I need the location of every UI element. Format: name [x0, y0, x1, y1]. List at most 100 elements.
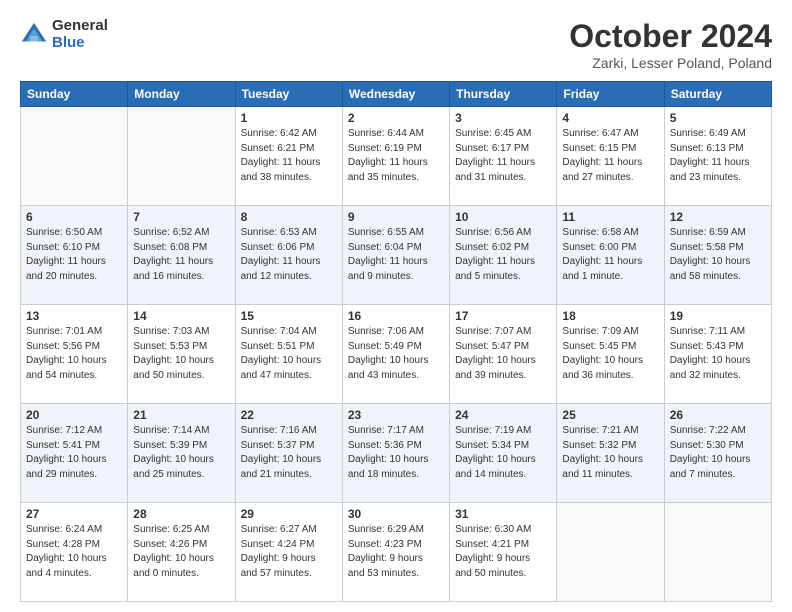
calendar-cell: 24Sunrise: 7:19 AM Sunset: 5:34 PM Dayli…	[450, 404, 557, 503]
calendar-cell: 15 Sunrise: 7:04 AM Sunset: 5:51 PM Dayli…	[235, 305, 342, 404]
calendar-cell	[128, 107, 235, 206]
calendar-row-3: 20 Sunrise: 7:12 AM Sunset: 5:41 PM Dayli…	[21, 404, 772, 503]
day-info: Sunrise: 7:17 AM Sunset: 5:36 PM Dayligh…	[348, 424, 444, 482]
day-info: Sunrise: 6:58 AM Sunset: 6:00 PM Dayligh…	[562, 226, 658, 284]
day-info: Sunrise: 7:12 AM Sunset: 5:41 PM Dayligh…	[26, 424, 122, 482]
day-number: 31	[455, 507, 551, 521]
day-number: 28	[133, 507, 229, 521]
day-info: Sunrise: 7:21 AM Sunset: 5:32 PM Dayligh…	[562, 424, 658, 482]
title-block: October 2024 Zarki, Lesser Poland, Polan…	[569, 18, 772, 71]
day-number: 18	[562, 309, 658, 323]
calendar-row-4: 27Sunrise: 6:24 AM Sunset: 4:28 PM Dayli…	[21, 503, 772, 602]
day-number: 22	[241, 408, 337, 422]
calendar-cell: 6Sunrise: 6:50 AM Sunset: 6:10 PM Daylig…	[21, 206, 128, 305]
weekday-header-thursday: Thursday	[450, 82, 557, 107]
day-number: 15	[241, 309, 337, 323]
main-title: October 2024	[569, 18, 772, 55]
weekday-header-sunday: Sunday	[21, 82, 128, 107]
day-number: 9	[348, 210, 444, 224]
calendar-cell	[21, 107, 128, 206]
logo-blue: Blue	[52, 35, 108, 52]
calendar-cell: 25Sunrise: 7:21 AM Sunset: 5:32 PM Dayli…	[557, 404, 664, 503]
logo: General Blue	[20, 18, 108, 51]
calendar-cell: 18Sunrise: 7:09 AM Sunset: 5:45 PM Dayli…	[557, 305, 664, 404]
day-number: 3	[455, 111, 551, 125]
day-number: 5	[670, 111, 766, 125]
calendar-cell: 2Sunrise: 6:44 AM Sunset: 6:19 PM Daylig…	[342, 107, 449, 206]
day-info: Sunrise: 6:53 AM Sunset: 6:06 PM Dayligh…	[241, 226, 337, 284]
calendar-cell: 5 Sunrise: 6:49 AM Sunset: 6:13 PM Daylig…	[664, 107, 771, 206]
calendar-cell: 1 Sunrise: 6:42 AM Sunset: 6:21 PM Daylig…	[235, 107, 342, 206]
day-number: 23	[348, 408, 444, 422]
calendar-cell: 11 Sunrise: 6:58 AM Sunset: 6:00 PM Dayli…	[557, 206, 664, 305]
day-info: Sunrise: 6:30 AM Sunset: 4:21 PM Dayligh…	[455, 523, 551, 581]
logo-text: General Blue	[52, 18, 108, 51]
calendar-row-1: 6Sunrise: 6:50 AM Sunset: 6:10 PM Daylig…	[21, 206, 772, 305]
day-number: 13	[26, 309, 122, 323]
calendar-table: SundayMondayTuesdayWednesdayThursdayFrid…	[20, 81, 772, 602]
calendar-cell: 17 Sunrise: 7:07 AM Sunset: 5:47 PM Dayli…	[450, 305, 557, 404]
calendar-cell: 8 Sunrise: 6:53 AM Sunset: 6:06 PM Daylig…	[235, 206, 342, 305]
day-info: Sunrise: 6:49 AM Sunset: 6:13 PM Dayligh…	[670, 127, 766, 185]
day-number: 20	[26, 408, 122, 422]
calendar-cell: 7 Sunrise: 6:52 AM Sunset: 6:08 PM Daylig…	[128, 206, 235, 305]
calendar-cell: 22 Sunrise: 7:16 AM Sunset: 5:37 PM Dayli…	[235, 404, 342, 503]
day-number: 1	[241, 111, 337, 125]
day-info: Sunrise: 7:16 AM Sunset: 5:37 PM Dayligh…	[241, 424, 337, 482]
day-number: 27	[26, 507, 122, 521]
day-info: Sunrise: 7:07 AM Sunset: 5:47 PM Dayligh…	[455, 325, 551, 383]
calendar-cell: 20 Sunrise: 7:12 AM Sunset: 5:41 PM Dayli…	[21, 404, 128, 503]
day-number: 16	[348, 309, 444, 323]
calendar-cell: 29Sunrise: 6:27 AM Sunset: 4:24 PM Dayli…	[235, 503, 342, 602]
calendar-cell: 23 Sunrise: 7:17 AM Sunset: 5:36 PM Dayli…	[342, 404, 449, 503]
calendar-cell: 16 Sunrise: 7:06 AM Sunset: 5:49 PM Dayli…	[342, 305, 449, 404]
day-info: Sunrise: 6:59 AM Sunset: 5:58 PM Dayligh…	[670, 226, 766, 284]
day-number: 19	[670, 309, 766, 323]
day-info: Sunrise: 7:14 AM Sunset: 5:39 PM Dayligh…	[133, 424, 229, 482]
day-number: 7	[133, 210, 229, 224]
day-number: 30	[348, 507, 444, 521]
calendar-cell: 19 Sunrise: 7:11 AM Sunset: 5:43 PM Dayli…	[664, 305, 771, 404]
logo-general: General	[52, 18, 108, 35]
day-number: 29	[241, 507, 337, 521]
subtitle: Zarki, Lesser Poland, Poland	[569, 55, 772, 71]
calendar-cell: 4Sunrise: 6:47 AM Sunset: 6:15 PM Daylig…	[557, 107, 664, 206]
calendar-cell: 3Sunrise: 6:45 AM Sunset: 6:17 PM Daylig…	[450, 107, 557, 206]
day-number: 17	[455, 309, 551, 323]
calendar-row-2: 13Sunrise: 7:01 AM Sunset: 5:56 PM Dayli…	[21, 305, 772, 404]
day-info: Sunrise: 6:25 AM Sunset: 4:26 PM Dayligh…	[133, 523, 229, 581]
day-info: Sunrise: 6:42 AM Sunset: 6:21 PM Dayligh…	[241, 127, 337, 185]
page: General Blue October 2024 Zarki, Lesser …	[0, 0, 792, 612]
day-info: Sunrise: 6:56 AM Sunset: 6:02 PM Dayligh…	[455, 226, 551, 284]
calendar-cell: 13Sunrise: 7:01 AM Sunset: 5:56 PM Dayli…	[21, 305, 128, 404]
calendar-cell: 9Sunrise: 6:55 AM Sunset: 6:04 PM Daylig…	[342, 206, 449, 305]
day-number: 10	[455, 210, 551, 224]
day-info: Sunrise: 6:52 AM Sunset: 6:08 PM Dayligh…	[133, 226, 229, 284]
day-number: 11	[562, 210, 658, 224]
calendar-cell	[557, 503, 664, 602]
calendar-cell: 31 Sunrise: 6:30 AM Sunset: 4:21 PM Dayli…	[450, 503, 557, 602]
day-info: Sunrise: 7:03 AM Sunset: 5:53 PM Dayligh…	[133, 325, 229, 383]
header: General Blue October 2024 Zarki, Lesser …	[20, 18, 772, 71]
calendar-cell: 27Sunrise: 6:24 AM Sunset: 4:28 PM Dayli…	[21, 503, 128, 602]
calendar-cell: 28 Sunrise: 6:25 AM Sunset: 4:26 PM Dayli…	[128, 503, 235, 602]
calendar-row-0: 1 Sunrise: 6:42 AM Sunset: 6:21 PM Daylig…	[21, 107, 772, 206]
calendar-cell: 12 Sunrise: 6:59 AM Sunset: 5:58 PM Dayli…	[664, 206, 771, 305]
day-number: 8	[241, 210, 337, 224]
day-info: Sunrise: 6:44 AM Sunset: 6:19 PM Dayligh…	[348, 127, 444, 185]
day-info: Sunrise: 7:22 AM Sunset: 5:30 PM Dayligh…	[670, 424, 766, 482]
day-info: Sunrise: 7:04 AM Sunset: 5:51 PM Dayligh…	[241, 325, 337, 383]
day-number: 4	[562, 111, 658, 125]
day-info: Sunrise: 7:11 AM Sunset: 5:43 PM Dayligh…	[670, 325, 766, 383]
day-number: 26	[670, 408, 766, 422]
day-number: 21	[133, 408, 229, 422]
day-number: 12	[670, 210, 766, 224]
weekday-header-wednesday: Wednesday	[342, 82, 449, 107]
day-number: 6	[26, 210, 122, 224]
day-number: 14	[133, 309, 229, 323]
weekday-header-tuesday: Tuesday	[235, 82, 342, 107]
day-info: Sunrise: 7:06 AM Sunset: 5:49 PM Dayligh…	[348, 325, 444, 383]
calendar-cell: 30Sunrise: 6:29 AM Sunset: 4:23 PM Dayli…	[342, 503, 449, 602]
weekday-header-monday: Monday	[128, 82, 235, 107]
calendar-header-row: SundayMondayTuesdayWednesdayThursdayFrid…	[21, 82, 772, 107]
